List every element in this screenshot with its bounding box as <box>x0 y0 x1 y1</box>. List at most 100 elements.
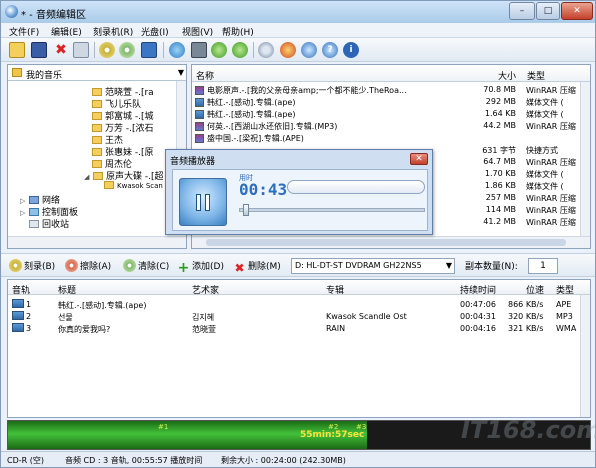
maximize-button[interactable]: □ <box>536 2 560 20</box>
clear-icon <box>123 259 136 272</box>
drive-select[interactable]: D: HL-DT-ST DVDRAM GH22NS5 ▼ <box>291 258 455 274</box>
folder-tree-pane: 我的音乐 ▼ 范晓萱 -.[ra 飞儿乐队 郭富城 -.[城 万芳 -.[浓石 … <box>7 64 187 249</box>
location-combobox[interactable]: 我的音乐 ▼ <box>8 65 186 81</box>
column-type[interactable]: 类型 <box>527 69 545 82</box>
clear-button[interactable]: 清除(C) <box>123 259 169 273</box>
column-title[interactable]: 标题 <box>58 283 76 296</box>
info-icon[interactable]: i <box>343 42 359 58</box>
settings-gear-icon[interactable] <box>258 42 274 58</box>
file-row[interactable]: 电影原声.-.[我的父亲母亲amp;一个都不能少.TheRoa... 70.8 M… <box>192 84 580 96</box>
back-icon[interactable] <box>211 42 227 58</box>
column-duration[interactable]: 持续时间 <box>460 283 496 296</box>
table-row[interactable]: 1 韩红.-.[感动].专辑.(ape) 00:47:06 866 KB/s APE <box>8 297 580 310</box>
column-name[interactable]: 名称 <box>196 69 214 82</box>
volume-track[interactable] <box>239 208 425 212</box>
scroll-thumb[interactable] <box>206 239 566 246</box>
burn-disc-icon[interactable] <box>99 42 115 58</box>
folder-icon <box>93 172 103 180</box>
minimize-button[interactable]: – <box>509 2 535 20</box>
table-row[interactable]: 3 你真的爱我吗? 范晓萱 RAIN 00:04:16 321 KB/s WMA <box>8 321 580 334</box>
folder-icon <box>104 181 114 189</box>
horizontal-scrollbar[interactable] <box>192 236 590 248</box>
add-button[interactable]: + 添加(D) <box>177 259 224 276</box>
burn-button[interactable]: 刻录(B) <box>9 259 55 273</box>
track-marker: #1 <box>158 423 169 431</box>
toolbar-separator <box>94 42 95 58</box>
pause-button[interactable] <box>179 178 227 226</box>
window-title: * - 音频编辑区 <box>21 10 86 21</box>
location-label: 我的音乐 <box>26 71 63 81</box>
column-artist[interactable]: 艺术家 <box>192 283 219 296</box>
folder-icon <box>92 160 102 168</box>
close-button[interactable]: ✕ <box>561 2 593 20</box>
new-project-icon[interactable] <box>9 42 25 58</box>
folder-icon <box>92 88 102 96</box>
column-type[interactable]: 类型 <box>556 283 574 296</box>
erase-disc-icon[interactable] <box>119 42 135 58</box>
status-bar: CD-R (空) 音频 CD : 3 音轨, 00:55:57 播放时间 剩余大… <box>1 451 595 467</box>
plus-icon: + <box>177 260 190 276</box>
disc-info: 音频 CD : 3 音轨, 00:55:57 播放时间 <box>65 456 203 465</box>
seek-bar[interactable] <box>287 180 425 194</box>
menu-edit[interactable]: 编辑(E) <box>51 25 82 38</box>
chevron-down-icon[interactable]: ▼ <box>178 68 184 77</box>
save-icon[interactable] <box>31 42 47 58</box>
watermark-logo: IT168.com <box>461 416 596 444</box>
file-list-header: 名称 大小 类型 <box>192 65 590 82</box>
table-row[interactable]: 2 선물 김지혜 Kwasok Scandle Ost 00:04:31 320 KB/s… <box>8 309 580 322</box>
delete-button[interactable]: ✖ 删除(M) <box>233 259 280 275</box>
toolbar-separator <box>163 42 164 58</box>
menu-recorder[interactable]: 刻录机(R) <box>93 25 133 38</box>
audio-track-icon <box>12 323 24 332</box>
delete-icon: ✖ <box>234 261 245 275</box>
rar-file-icon <box>195 134 204 143</box>
tree-item-recycle-bin[interactable]: 回收站 <box>29 217 179 230</box>
horizontal-scrollbar[interactable] <box>8 236 186 248</box>
rar-file-icon <box>195 86 204 95</box>
file-row[interactable]: 盛中国.-.[梁祝].专辑.(APE) <box>192 132 580 144</box>
vertical-scrollbar[interactable] <box>580 82 590 236</box>
audio-track-icon <box>12 311 24 320</box>
title-bar: * - 音频编辑区 – □ ✕ <box>1 1 595 23</box>
media-file-icon <box>195 110 204 119</box>
column-bitrate[interactable]: 位速 <box>526 283 544 296</box>
file-row[interactable]: 何英.-.[西湖山水还依旧].专辑.(MP3) 44.2 MB WinRAR 压缩 <box>192 120 580 132</box>
pause-icon <box>194 194 214 211</box>
folder-icon <box>92 124 102 132</box>
expand-icon[interactable]: ▷ <box>20 209 27 217</box>
cut-icon[interactable] <box>73 42 89 58</box>
refresh-icon[interactable] <box>169 42 185 58</box>
network-icon <box>29 196 39 204</box>
help-icon[interactable]: ? <box>322 42 338 58</box>
rar-file-icon <box>195 122 204 131</box>
recycle-bin-icon <box>29 220 39 228</box>
search-disc-icon[interactable] <box>301 42 317 58</box>
file-row[interactable]: 韩红.-.[感动].专辑.(ape) 292 MB 媒体文件 ( <box>192 96 580 108</box>
folder-icon <box>92 100 102 108</box>
erase-button[interactable]: 擦除(A) <box>65 259 111 273</box>
disc-info-icon[interactable] <box>141 42 157 58</box>
column-album[interactable]: 专辑 <box>326 283 344 296</box>
menu-view[interactable]: 视图(V) <box>182 25 213 38</box>
menu-disc[interactable]: 光盘(I) <box>141 25 169 38</box>
menu-file[interactable]: 文件(F) <box>9 25 39 38</box>
menu-help[interactable]: 帮助(H) <box>222 25 254 38</box>
drive-icon[interactable] <box>191 42 207 58</box>
column-track[interactable]: 音轨 <box>12 283 30 296</box>
forward-icon[interactable] <box>232 42 248 58</box>
column-size[interactable]: 大小 <box>498 69 516 82</box>
folder-icon <box>12 68 22 77</box>
globe-icon[interactable] <box>280 42 296 58</box>
app-window: * - 音频编辑区 – □ ✕ 文件(F) 编辑(E) 刻录机(R) 光盘(I)… <box>0 0 596 468</box>
delete-icon[interactable]: ✖ <box>53 42 69 58</box>
media-file-icon <box>195 98 204 107</box>
chevron-down-icon[interactable]: ▼ <box>446 261 452 270</box>
player-close-button[interactable]: ✕ <box>410 153 428 165</box>
expand-icon[interactable]: ▷ <box>20 197 27 205</box>
copies-stepper[interactable]: 1 <box>528 258 558 274</box>
volume-slider-handle[interactable] <box>243 204 249 216</box>
vertical-scrollbar[interactable] <box>580 295 590 417</box>
media-status: CD-R (空) <box>7 456 44 465</box>
file-row[interactable]: 韩红.-.[感动].专辑.(ape) 1.64 KB 媒体文件 ( <box>192 108 580 120</box>
collapse-icon[interactable]: ◢ <box>84 173 91 181</box>
